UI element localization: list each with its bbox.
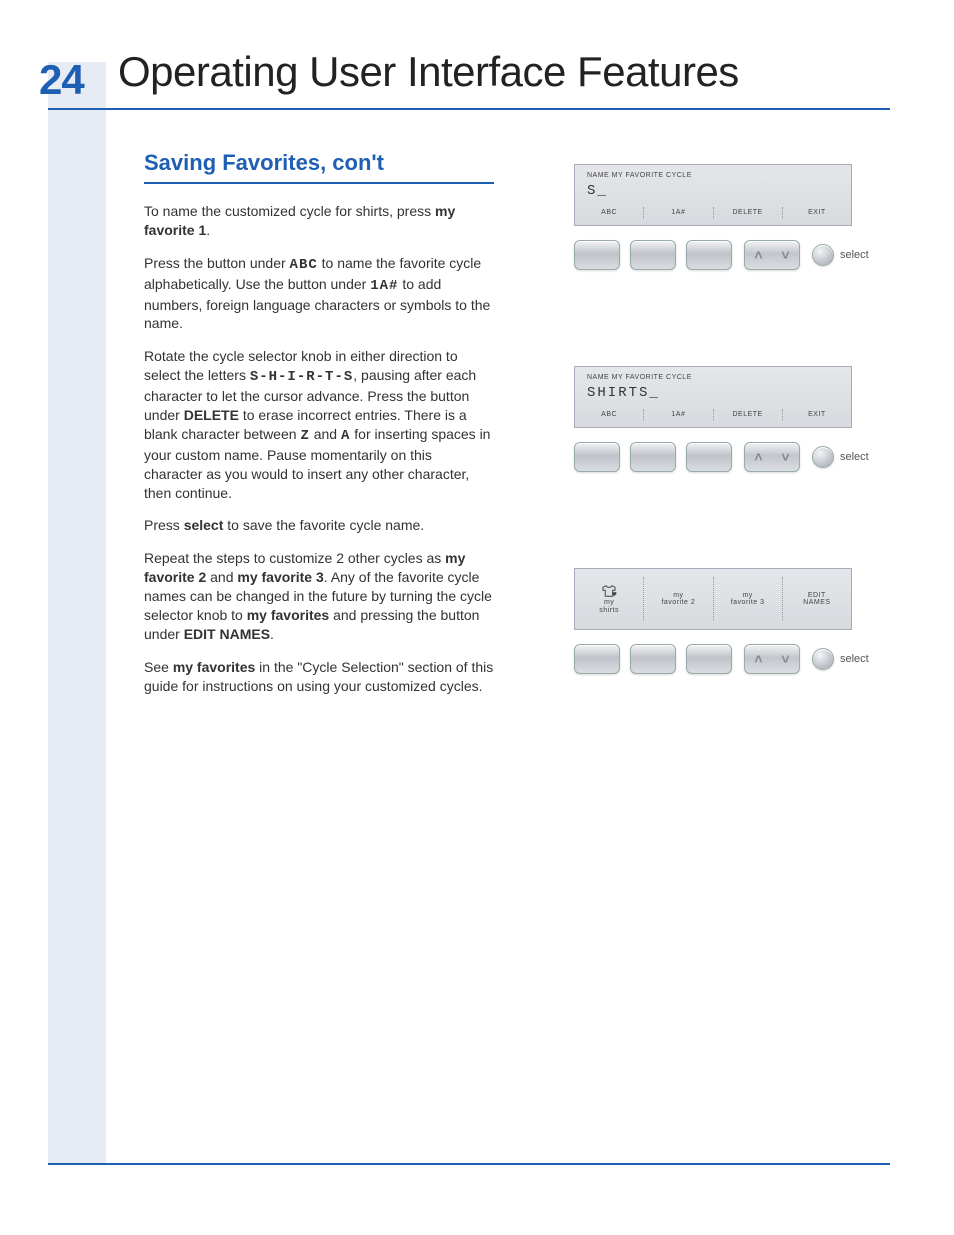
text: and	[206, 569, 237, 585]
lcd-text: SHIRTS_	[587, 385, 660, 401]
lcd-option-1a: 1A#	[643, 409, 712, 421]
soft-button-2	[630, 240, 676, 270]
device-panel-1: NAME MY FAVORITE CYCLE S_ ABC 1A# DELETE…	[574, 164, 890, 270]
lcd-title: NAME MY FAVORITE CYCLE	[587, 374, 692, 381]
chevron-up-icon: ˄	[754, 651, 762, 667]
device-panel-3: my shirts my favorite 2 my favorite 3 ED…	[574, 568, 890, 674]
text-bold: my favorites	[247, 607, 329, 623]
text-lcd: 1A#	[370, 278, 398, 294]
select-label: select	[840, 249, 869, 261]
footer-rule	[48, 1163, 890, 1165]
lcd-option-my-fav2: my favorite 2	[643, 577, 712, 621]
lcd-option-1a: 1A#	[643, 207, 712, 219]
soft-button-1	[574, 240, 620, 270]
lcd-option-delete: DELETE	[713, 207, 782, 219]
text: .	[270, 626, 274, 642]
shirt-heart-icon	[600, 584, 618, 598]
lcd-option-abc: ABC	[575, 409, 643, 421]
up-down-rocker: ˄ ˅	[744, 644, 800, 674]
lcd-screen: NAME MY FAVORITE CYCLE SHIRTS_ ABC 1A# D…	[574, 366, 852, 428]
select-label: select	[840, 451, 869, 463]
text: and	[310, 426, 341, 442]
text: To name the customized cycle for shirts,…	[144, 203, 435, 219]
select-button	[812, 446, 834, 468]
chevron-down-icon: ˅	[781, 449, 789, 465]
lcd-option-exit: EXIT	[782, 207, 851, 219]
text: Press the button under	[144, 255, 290, 271]
chevron-up-icon: ˄	[754, 247, 762, 263]
lcd-option-label: my shirts	[599, 599, 619, 614]
select-button	[812, 648, 834, 670]
lcd-option-label: EDIT NAMES	[803, 592, 830, 607]
text-bold: DELETE	[184, 407, 239, 423]
lcd-screen: my shirts my favorite 2 my favorite 3 ED…	[574, 568, 852, 630]
lcd-screen: NAME MY FAVORITE CYCLE S_ ABC 1A# DELETE…	[574, 164, 852, 226]
select-button	[812, 244, 834, 266]
soft-button-1	[574, 644, 620, 674]
page-number: 24	[39, 56, 84, 104]
lcd-text: S_	[587, 183, 608, 199]
text: to save the favorite cycle name.	[223, 517, 424, 533]
chevron-up-icon: ˄	[754, 449, 762, 465]
section-rule	[144, 182, 494, 184]
text-bold: select	[184, 517, 224, 533]
select-label: select	[840, 653, 869, 665]
up-down-rocker: ˄ ˅	[744, 240, 800, 270]
lcd-option-abc: ABC	[575, 207, 643, 219]
side-strip	[48, 62, 106, 1163]
text-lcd: ABC	[290, 257, 318, 273]
text: .	[206, 222, 210, 238]
title-rule	[48, 108, 890, 110]
body-text: To name the customized cycle for shirts,…	[144, 202, 494, 696]
text-lcd: A	[341, 428, 350, 444]
lcd-option-exit: EXIT	[782, 409, 851, 421]
page-title: Operating User Interface Features	[118, 48, 739, 96]
text-bold: EDIT NAMES	[184, 626, 270, 642]
text-bold: my favorite 3	[237, 569, 323, 585]
lcd-option-label: my favorite 3	[731, 592, 765, 607]
text: Press	[144, 517, 184, 533]
lcd-option-delete: DELETE	[713, 409, 782, 421]
device-panel-2: NAME MY FAVORITE CYCLE SHIRTS_ ABC 1A# D…	[574, 366, 890, 472]
text-bold: my favorites	[173, 659, 255, 675]
lcd-option-my-fav3: my favorite 3	[713, 577, 782, 621]
soft-button-3	[686, 240, 732, 270]
text-lcd: S-H-I-R-T-S	[250, 369, 353, 385]
lcd-title: NAME MY FAVORITE CYCLE	[587, 172, 692, 179]
text: Repeat the steps to customize 2 other cy…	[144, 550, 445, 566]
chevron-down-icon: ˅	[781, 247, 789, 263]
soft-button-3	[686, 442, 732, 472]
chevron-down-icon: ˅	[781, 651, 789, 667]
soft-button-3	[686, 644, 732, 674]
section-heading: Saving Favorites, con't	[144, 150, 494, 176]
lcd-option-label: my favorite 2	[661, 592, 695, 607]
lcd-option-edit-names: EDIT NAMES	[782, 577, 851, 621]
soft-button-2	[630, 442, 676, 472]
up-down-rocker: ˄ ˅	[744, 442, 800, 472]
soft-button-2	[630, 644, 676, 674]
text-lcd: Z	[300, 428, 309, 444]
soft-button-1	[574, 442, 620, 472]
text: See	[144, 659, 173, 675]
lcd-option-my-shirts: my shirts	[575, 577, 643, 621]
